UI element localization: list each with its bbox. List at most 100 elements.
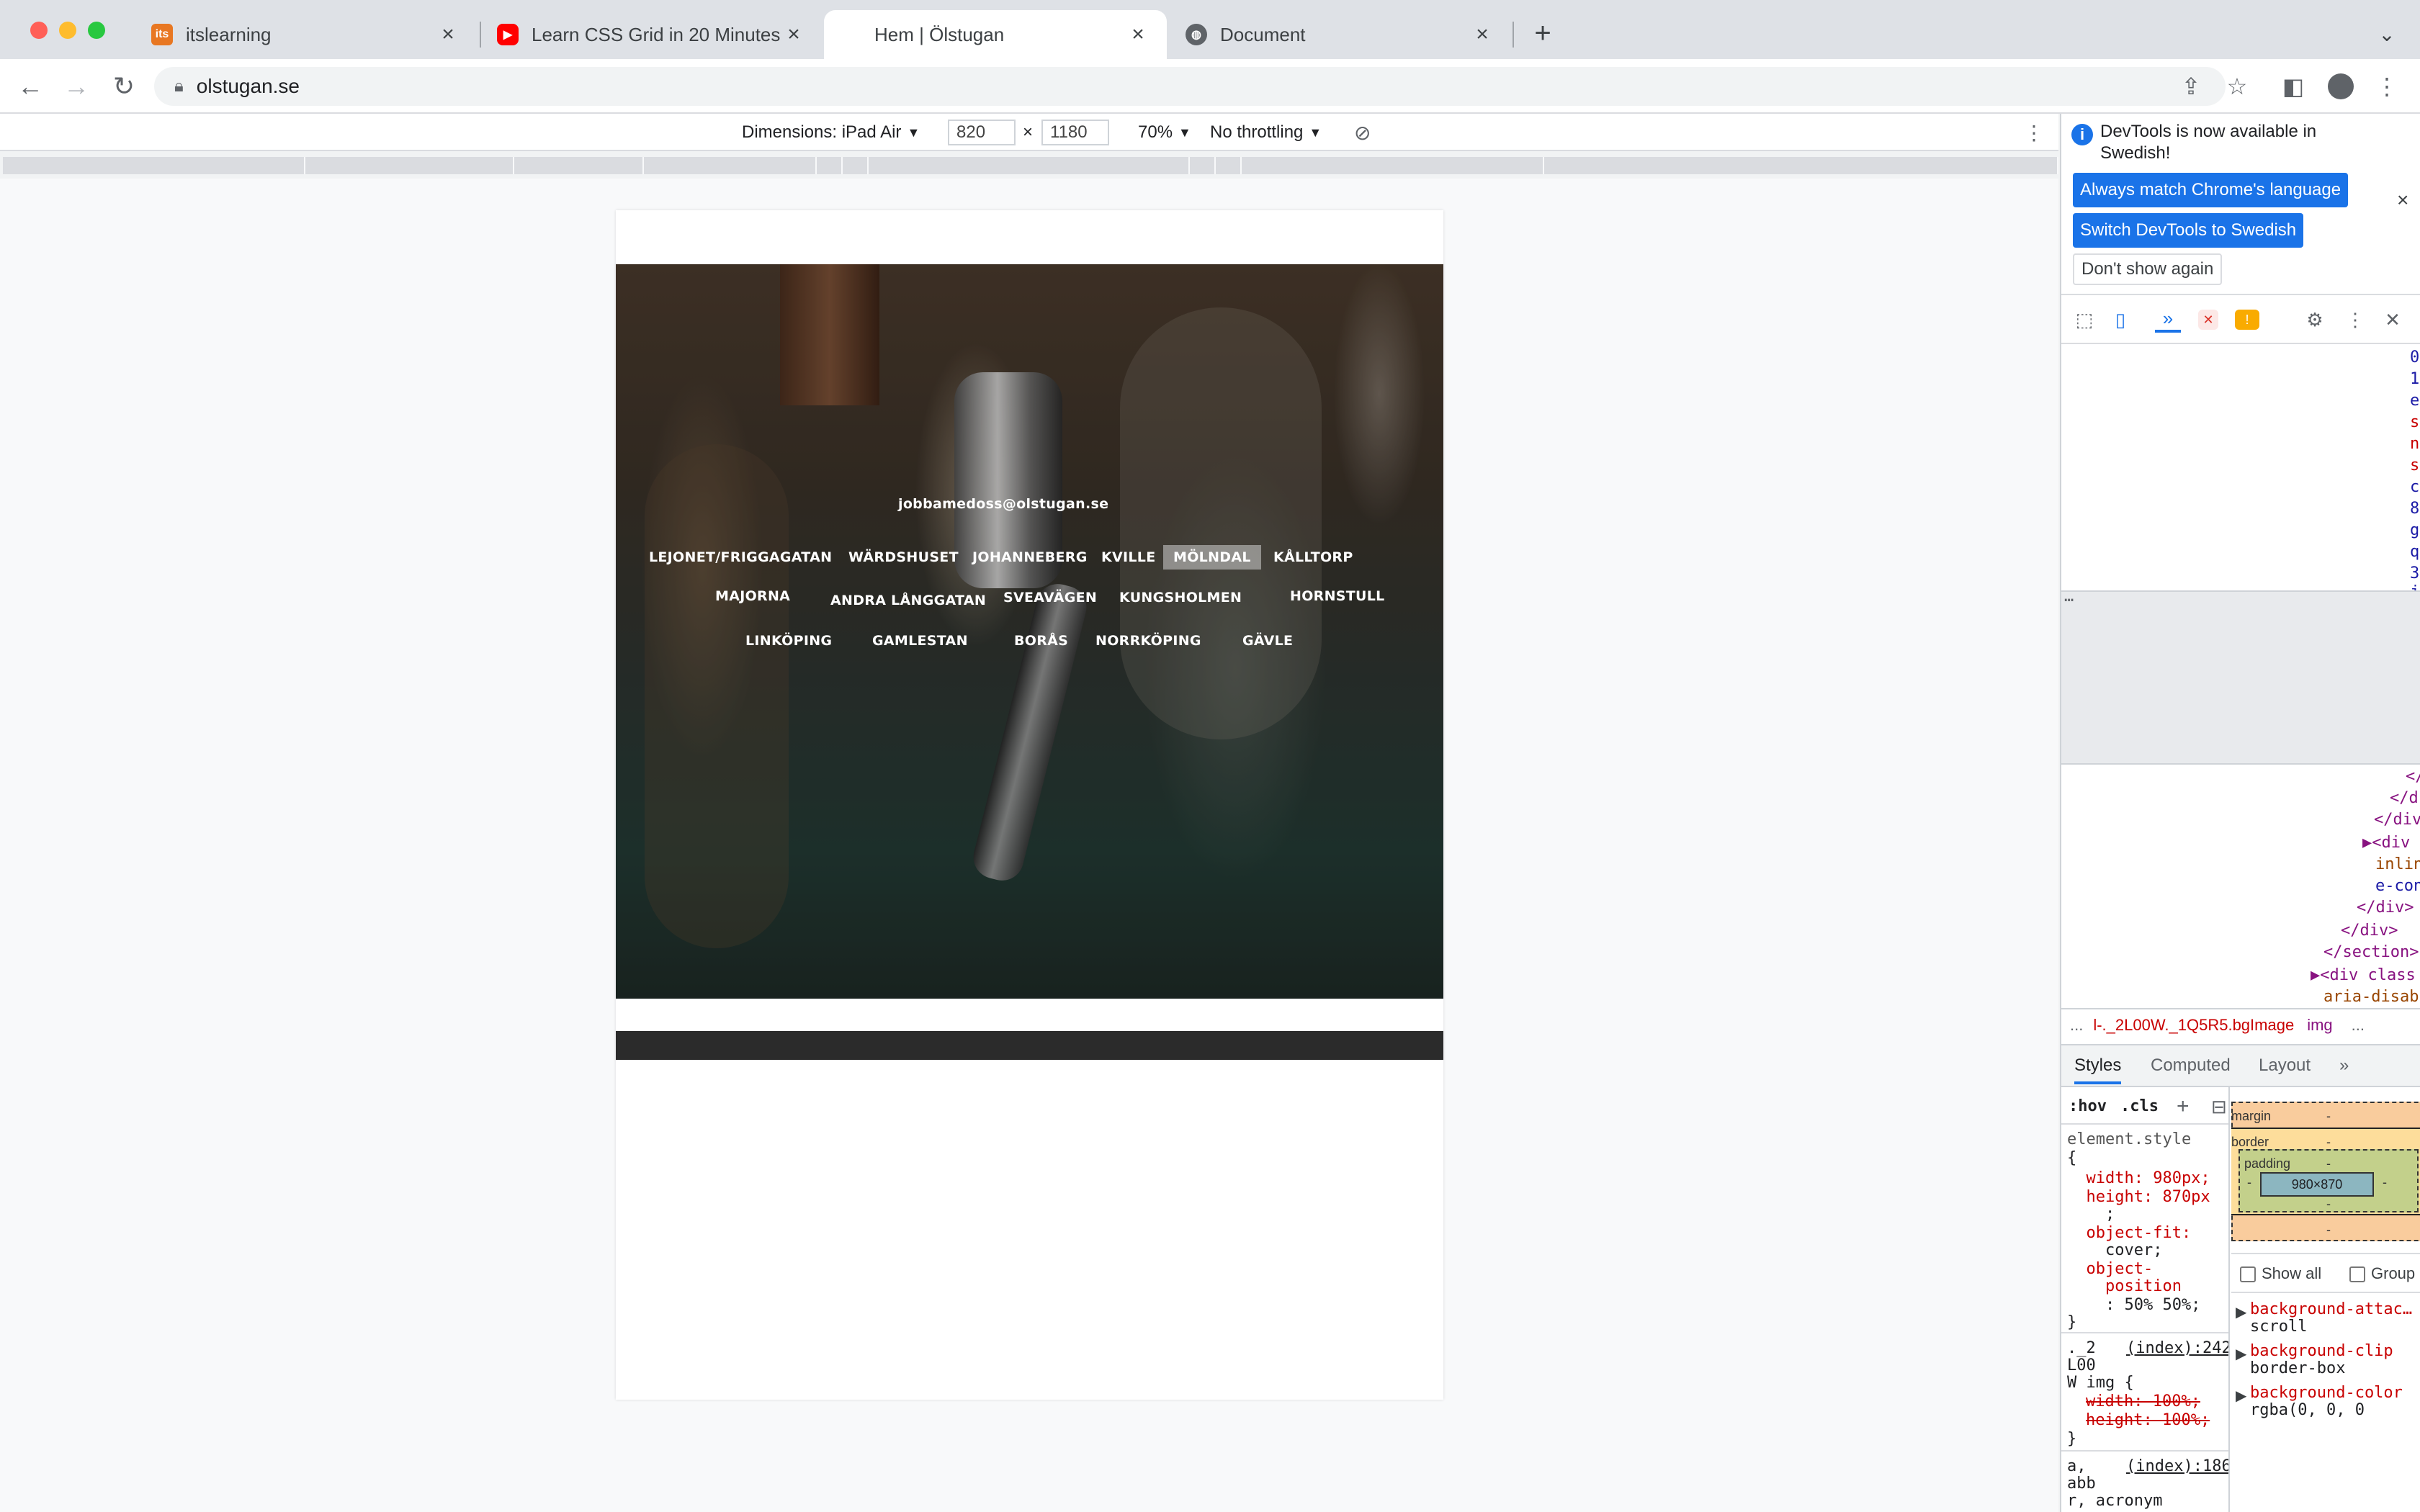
always-match-language-button[interactable]: Always match Chrome's language bbox=[2073, 173, 2349, 207]
tab-itslearning[interactable]: its itslearning × bbox=[134, 10, 477, 59]
close-icon[interactable]: × bbox=[782, 22, 805, 47]
style-declaration[interactable]: width: 980px; bbox=[2067, 1169, 2210, 1187]
breadcrumb-overflow[interactable]: ... bbox=[2352, 1016, 2365, 1035]
hover-state-toggle[interactable]: :hov bbox=[2069, 1097, 2107, 1115]
element-node[interactable]: </d bbox=[2390, 789, 2419, 807]
style-source-link[interactable]: (index):186 bbox=[2126, 1457, 2228, 1475]
minimize-window-button[interactable] bbox=[59, 22, 76, 39]
element-node[interactable]: </div bbox=[2374, 811, 2420, 829]
expand-ellipsis[interactable]: … bbox=[2064, 588, 2074, 606]
computed-property[interactable]: background-color bbox=[2250, 1384, 2403, 1402]
expand-arrow-icon[interactable]: ▶ bbox=[2236, 1387, 2246, 1405]
nav-link-kville[interactable]: KVILLE bbox=[1101, 549, 1156, 565]
back-icon[interactable]: ← bbox=[13, 69, 48, 104]
nav-link-kalltorp[interactable]: KÅLLTORP bbox=[1273, 549, 1353, 565]
device-height-input[interactable]: 1180 bbox=[1041, 120, 1109, 145]
more-panels-icon[interactable]: » bbox=[2339, 1056, 2349, 1076]
breadcrumb-overflow[interactable]: ... bbox=[2070, 1016, 2083, 1035]
style-declaration-overridden[interactable]: height: 100%; bbox=[2086, 1411, 2210, 1429]
close-icon[interactable]: × bbox=[436, 22, 460, 47]
more-tabs-icon[interactable]: » bbox=[2155, 307, 2181, 333]
nav-link-gavle[interactable]: GÄVLE bbox=[1242, 633, 1293, 649]
class-toggle[interactable]: .cls bbox=[2120, 1097, 2159, 1115]
new-tab-button[interactable]: + bbox=[1527, 17, 1559, 49]
style-declaration[interactable]: object- bbox=[2067, 1260, 2153, 1278]
address-bar[interactable]: 🔒︎ olstugan.se bbox=[154, 67, 2226, 106]
forward-icon[interactable]: → bbox=[59, 69, 94, 104]
computed-sidebar-icon[interactable]: ⊟ bbox=[2211, 1096, 2227, 1118]
tab-olstugan[interactable]: Hem | Ölstugan × bbox=[824, 10, 1167, 59]
nav-link-lejonet[interactable]: LEJONET/FRIGGAGATAN bbox=[649, 549, 832, 565]
device-more-icon[interactable]: ⋮ bbox=[2024, 120, 2044, 145]
elements-tree[interactable]: </ </d </div ▶<div inlin e-con </div> </… bbox=[2061, 763, 2420, 1008]
nav-link-wardshuset[interactable]: WÄRDSHUSET bbox=[848, 549, 959, 565]
nav-link-norrkoping[interactable]: NORRKÖPING bbox=[1095, 633, 1201, 649]
style-declaration[interactable]: object-fit: bbox=[2067, 1224, 2191, 1242]
devtools-menu-icon[interactable]: ⋮ bbox=[2342, 307, 2368, 333]
nav-link-molndal[interactable]: MÖLNDAL bbox=[1163, 545, 1261, 570]
nav-link-kungsholmen[interactable]: KUNGSHOLMEN bbox=[1119, 590, 1242, 606]
devtools-split-region[interactable]: … bbox=[2061, 588, 2420, 763]
element-node[interactable]: ▶<div bbox=[2362, 834, 2410, 852]
group-checkbox[interactable]: Group bbox=[2349, 1264, 2415, 1283]
zoom-window-button[interactable] bbox=[88, 22, 105, 39]
style-declaration[interactable]: height: 870px bbox=[2067, 1188, 2210, 1206]
dont-show-again-button[interactable]: Don't show again bbox=[2073, 253, 2223, 285]
element-node[interactable]: </div> bbox=[2341, 922, 2398, 940]
breadcrumb-item[interactable]: img bbox=[2307, 1016, 2332, 1035]
element-node[interactable]: </div> bbox=[2357, 899, 2414, 917]
profile-avatar[interactable] bbox=[2323, 69, 2358, 104]
error-count-badge[interactable]: ✕ bbox=[2195, 307, 2221, 333]
nav-link-gamlestan[interactable]: GAMLESTAN bbox=[872, 633, 968, 649]
device-toolbar-toggle-icon[interactable]: ▯ bbox=[2107, 307, 2133, 333]
nav-link-andra-langgatan[interactable]: ANDRA LÅNGGATAN bbox=[830, 593, 986, 608]
close-icon[interactable]: × bbox=[1471, 22, 1494, 47]
styles-pane: :hov .cls + ⊟ element.style { width: 980… bbox=[2061, 1087, 2230, 1512]
expand-arrow-icon[interactable]: ▶ bbox=[2236, 1303, 2246, 1321]
add-rule-icon[interactable]: + bbox=[2177, 1094, 2190, 1119]
close-window-button[interactable] bbox=[30, 22, 48, 39]
tab-css-grid[interactable]: ▶ Learn CSS Grid in 20 Minutes - × bbox=[480, 10, 823, 59]
show-all-checkbox[interactable]: Show all bbox=[2240, 1264, 2321, 1283]
tab-styles[interactable]: Styles bbox=[2074, 1056, 2122, 1084]
browser-menu-icon[interactable]: ⋮ bbox=[2370, 69, 2404, 104]
reload-icon[interactable]: ↻ bbox=[107, 69, 141, 104]
element-node[interactable]: </ bbox=[2406, 768, 2420, 786]
bookmark-star-icon[interactable]: ☆ bbox=[2220, 69, 2254, 104]
tab-document[interactable]: ◍ Document × bbox=[1168, 10, 1511, 59]
nav-link-johanneberg[interactable]: JOHANNEBERG bbox=[972, 549, 1088, 565]
computed-property[interactable]: background-clip bbox=[2250, 1342, 2393, 1360]
device-dimensions-select[interactable]: Dimensions: iPad Air ▼ bbox=[742, 120, 920, 145]
element-node[interactable]: </section> bbox=[2323, 943, 2419, 961]
device-width-input[interactable]: 820 bbox=[948, 120, 1016, 145]
element-node[interactable]: ▶<div class bbox=[2311, 966, 2416, 984]
style-source-link[interactable]: (index):242 bbox=[2126, 1339, 2228, 1357]
share-icon[interactable]: ⇪ bbox=[2174, 69, 2208, 104]
close-devtools-icon[interactable]: ✕ bbox=[2380, 307, 2406, 333]
close-icon[interactable]: × bbox=[1126, 22, 1150, 47]
computed-property[interactable]: background-attac… bbox=[2250, 1300, 2412, 1318]
warning-count-badge[interactable]: ! bbox=[2234, 307, 2260, 333]
breadcrumb-item[interactable]: l-._2L00W._1Q5R5.bgImage bbox=[2093, 1016, 2294, 1035]
inspect-element-icon[interactable]: ⬚ bbox=[2071, 307, 2097, 333]
throttling-select[interactable]: No throttling ▼ bbox=[1210, 120, 1322, 145]
tab-search-icon[interactable]: ⌄ bbox=[2372, 20, 2401, 49]
tab-computed[interactable]: Computed bbox=[2151, 1056, 2231, 1076]
nav-link-majorna[interactable]: MAJORNA bbox=[715, 588, 790, 604]
rotate-icon[interactable]: ⊘ bbox=[1354, 120, 1371, 145]
nav-link-hornstull[interactable]: HORNSTULL bbox=[1290, 588, 1385, 604]
email-link[interactable]: jobbamedoss@olstugan.se bbox=[898, 496, 1108, 512]
settings-gear-icon[interactable]: ⚙ bbox=[2302, 307, 2328, 333]
side-panel-icon[interactable]: ◧ bbox=[2276, 69, 2311, 104]
nav-link-linkoping[interactable]: LINKÖPING bbox=[745, 633, 832, 649]
tab-layout[interactable]: Layout bbox=[2259, 1056, 2311, 1076]
close-infobar-icon[interactable]: × bbox=[2397, 189, 2408, 212]
expand-arrow-icon[interactable]: ▶ bbox=[2236, 1345, 2246, 1363]
nav-link-sveavagen[interactable]: SVEAVÄGEN bbox=[1003, 590, 1097, 606]
zoom-select[interactable]: 70% ▼ bbox=[1138, 120, 1191, 145]
nav-link-boras[interactable]: BORÅS bbox=[1014, 633, 1068, 649]
style-selector: element.style bbox=[2067, 1130, 2192, 1148]
media-query-ruler[interactable] bbox=[0, 153, 2058, 179]
style-declaration-overridden[interactable]: width: 100%; bbox=[2086, 1392, 2200, 1410]
switch-to-swedish-button[interactable]: Switch DevTools to Swedish bbox=[2073, 213, 2304, 248]
